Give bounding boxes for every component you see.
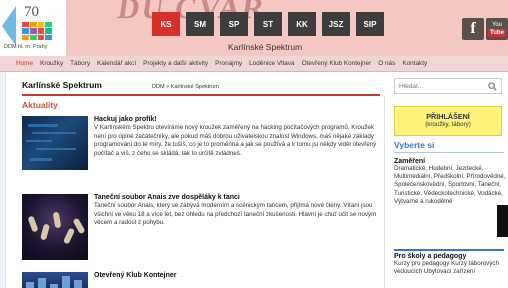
nav-item[interactable]: Otevřený Klub Kontejner [302, 60, 372, 67]
youtube-icon[interactable]: You Tube [486, 18, 508, 40]
youtube-bottom-text: Tube [488, 28, 506, 37]
logo-grid-cell [37, 22, 45, 28]
category-title: Zaměření [394, 158, 426, 165]
logo-number: 70 [24, 4, 39, 20]
district-button-sm[interactable]: SM [186, 12, 214, 36]
left-edge-panel [0, 72, 6, 288]
category-title: Pro školy a pedagogy [394, 253, 467, 260]
news-thumbnail-hacking[interactable] [22, 116, 88, 170]
page-title: Karlínské Spektrum [22, 80, 102, 90]
login-label: PŘIHLÁŠENÍ [426, 112, 470, 121]
search-box [394, 78, 502, 94]
logo-grid-cell [22, 34, 29, 40]
logo-chevron-icon [2, 6, 16, 46]
news-thumbnail-dance[interactable] [22, 194, 88, 260]
logo-grid-cell [29, 22, 37, 28]
logo-grid-cell [22, 22, 29, 28]
district-button-st[interactable]: ST [254, 12, 282, 36]
news-heading[interactable]: Taneční soubor Anais zve dospěláky k tan… [94, 194, 382, 201]
category-schools: Pro školy a pedagogy Kurzy pro pedagogy … [394, 253, 506, 276]
district-switcher: KS SM SP ST KK JSZ SIP [152, 12, 384, 36]
district-button-sp[interactable]: SP [220, 12, 248, 36]
news-body: Otevřený Klub Kontejner [94, 272, 382, 280]
district-button-kk[interactable]: KK [288, 12, 316, 36]
scrollbar-thumb[interactable] [497, 205, 508, 237]
news-body: Taneční soubor Anais zve dospěláky k tan… [94, 194, 382, 228]
logo-grid-cell [37, 28, 45, 34]
news-body: Hackuj jako profík! V Karlínském Spektru… [94, 116, 382, 158]
district-button-ks[interactable]: KS [152, 12, 180, 36]
nav-item[interactable]: Kontakty [402, 60, 427, 67]
nav-item[interactable]: Kroužky [40, 60, 63, 67]
logo-grid-cell [45, 34, 52, 40]
nav-item[interactable]: O nás [378, 60, 395, 67]
category-focus: Zaměření Dramatické, Hudební, Jezdecké, … [394, 158, 506, 206]
logo-grid-cell [29, 28, 37, 34]
column-divider [384, 96, 385, 288]
category-divider [394, 249, 504, 251]
site-subtitle: Karlínské Spektrum [228, 42, 303, 52]
nav-item[interactable]: Tábory [70, 60, 90, 67]
logo-grid-cell [45, 28, 52, 34]
choose-title: Vyberte si [394, 140, 435, 150]
ddm-logo[interactable]: 70 DDM hl. m. Prahy [0, 0, 66, 56]
category-links[interactable]: Kurzy pro pedagogy Kurzy táborových vedo… [394, 260, 506, 276]
news-heading[interactable]: Otevřený Klub Kontejner [94, 272, 382, 279]
login-button[interactable]: PŘIHLÁŠENÍ (kroužky, tábory) [394, 106, 502, 136]
nav-item[interactable]: Home [16, 60, 33, 67]
nav-item[interactable]: Loděnice Vltava [249, 60, 294, 67]
search-input[interactable] [395, 79, 483, 93]
search-icon[interactable] [488, 82, 497, 91]
nav-item[interactable]: Projekty a další aktivity [143, 60, 208, 67]
logo-grid-cell [29, 34, 37, 40]
category-links[interactable]: Dramatické, Hudební, Jezdecké, Multimedi… [394, 165, 506, 206]
news-heading[interactable]: Hackuj jako profík! [94, 116, 382, 123]
district-button-jsz[interactable]: JSZ [322, 12, 350, 36]
section-title-news: Aktuality [22, 100, 58, 110]
nav-item[interactable]: Pronájmy [215, 60, 242, 67]
site-header: DŮ ČVAR 70 DDM hl. m. Prahy KSSMSPSTKKJS… [0, 0, 508, 56]
logo-grid-cell [22, 28, 29, 34]
district-button-sip[interactable]: SIP [356, 12, 384, 36]
nav-item[interactable]: Kalendář akcí [97, 60, 136, 67]
facebook-icon[interactable]: f [462, 18, 484, 40]
breadcrumb[interactable]: DDM > Karlínské Spektrum [152, 84, 219, 90]
logo-grid-cell [45, 22, 52, 28]
choose-divider [394, 152, 504, 153]
news-text: Taneční soubor Anais, který se zabývá mo… [94, 202, 377, 227]
news-text: V Karlínském Spektru otevíráme nový krou… [94, 124, 377, 157]
logo-caption: DDM hl. m. Prahy [4, 44, 48, 50]
title-divider [22, 94, 380, 96]
youtube-top-text: You [491, 21, 503, 28]
logo-grid-cell [37, 34, 45, 40]
login-sublabel: (kroužky, tábory) [425, 121, 471, 128]
news-thumbnail-club[interactable] [22, 272, 88, 288]
main-navigation: Home Kroužky Tábory Kalendář akcí Projekty a… [0, 56, 508, 72]
logo-grid-icon [22, 22, 52, 40]
